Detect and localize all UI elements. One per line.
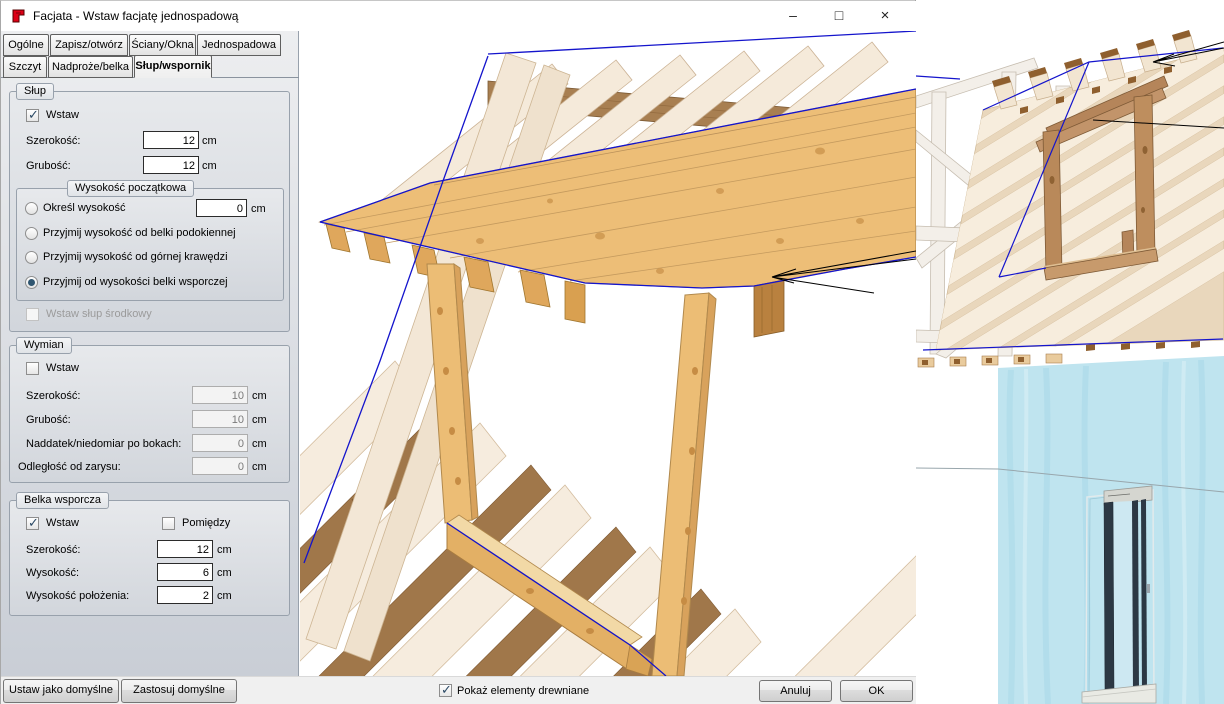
minimize-button[interactable]: – (771, 1, 815, 30)
radio-od-gornej-krawedzi[interactable] (25, 251, 38, 264)
wymian-odleglosc-field[interactable]: 0 (192, 457, 248, 475)
background-roof-scene (916, 0, 1224, 704)
maximize-button[interactable]: □ (817, 1, 861, 30)
wymian-szerokosc-unit: cm (252, 390, 267, 402)
belka-wysokosc-label: Wysokość: (26, 567, 79, 579)
belka-wysokosc-unit: cm (217, 567, 232, 579)
tab-sciany-okna[interactable]: Ściany/Okna (129, 34, 196, 56)
support-beam-end (754, 280, 784, 337)
radio-okresl-wysokosc-label: Określ wysokość (43, 202, 126, 214)
show-wood-checkbox[interactable] (439, 684, 452, 697)
cancel-button[interactable]: Anuluj (759, 680, 832, 702)
group-wymian-title: Wymian (16, 337, 72, 354)
group-slup: Słup Wstaw Szerokość: 12 cm Grubość: 12 … (9, 91, 290, 332)
apply-default-button[interactable]: Zastosuj domyślne (121, 679, 237, 703)
wymian-szerokosc-label: Szerokość: (26, 390, 80, 402)
wymian-grubosc-label: Grubość: (26, 414, 71, 426)
wymian-wstaw-label: Wstaw (46, 362, 79, 374)
set-default-button[interactable]: Ustaw jako domyślne (3, 679, 119, 703)
wymian-odleglosc-unit: cm (252, 461, 267, 473)
slup-grubosc-label: Grubość: (26, 160, 71, 172)
slup-szerokosc-label: Szerokość: (26, 135, 80, 147)
tab-nadproze-belka[interactable]: Nadproże/belka (48, 56, 133, 78)
okresl-wysokosc-unit: cm (251, 203, 266, 215)
wstaw-slup-srodkowy-checkbox[interactable] (26, 308, 39, 321)
wymian-naddatek-field[interactable]: 0 (192, 434, 248, 452)
okresl-wysokosc-field[interactable]: 0 (196, 199, 247, 217)
dialog-footer: Ustaw jako domyślne Zastosuj domyślne Po… (1, 676, 916, 704)
tab-zapisz-otworz[interactable]: Zapisz/otwórz (50, 34, 128, 56)
belka-wstaw-checkbox[interactable] (26, 517, 39, 530)
tab-szczyt[interactable]: Szczyt (3, 56, 47, 78)
app-icon (11, 8, 27, 24)
radio-od-gornej-krawedzi-label: Przyjmij wysokość od górnej krawędzi (43, 251, 228, 263)
slup-szerokosc-unit: cm (202, 135, 217, 147)
group-belka-wsporcza: Belka wsporcza Wstaw Pomiędzy Szerokość:… (9, 500, 290, 616)
belka-szerokosc-label: Szerokość: (26, 544, 80, 556)
group-belka-title: Belka wsporcza (16, 492, 109, 509)
slup-grubosc-unit: cm (202, 160, 217, 172)
belka-polozenie-label: Wysokość położenia: (26, 590, 129, 602)
wymian-odleglosc-label: Odległość od zarysu: (18, 461, 121, 473)
wymian-grubosc-field[interactable]: 10 (192, 410, 248, 428)
background-3d-view[interactable] (916, 0, 1224, 704)
group-wysokosc-poczatkowa: Wysokość początkowa Określ wysokość 0 cm… (16, 188, 284, 301)
group-slup-title: Słup (16, 83, 54, 100)
group-wysokosc-poczatkowa-title: Wysokość początkowa (67, 180, 194, 197)
slup-wstaw-checkbox[interactable] (26, 109, 39, 122)
belka-polozenie-field[interactable]: 2 (157, 586, 213, 604)
wymian-wstaw-checkbox[interactable] (26, 362, 39, 375)
group-wymian: Wymian Wstaw Szerokość: 10 cm Grubość: 1… (9, 345, 290, 483)
tab-slup-wspornik[interactable]: Słup/wspornik (134, 55, 212, 78)
wstaw-slup-srodkowy-label: Wstaw słup środkowy (46, 308, 152, 320)
wymian-grubosc-unit: cm (252, 414, 267, 426)
belka-pomiedzy-checkbox[interactable] (162, 517, 175, 530)
radio-od-belki-wsporczej[interactable] (25, 276, 38, 289)
belka-szerokosc-unit: cm (217, 544, 232, 556)
belka-pomiedzy-label: Pomiędzy (182, 517, 230, 529)
slup-grubosc-field[interactable]: 12 (143, 156, 199, 174)
dormer-dialog: Facjata - Wstaw facjatę jednospadową – □… (0, 0, 916, 704)
slup-szerokosc-field[interactable]: 12 (143, 131, 199, 149)
tab-jednospadowa[interactable]: Jednospadowa (197, 34, 281, 56)
radio-okresl-wysokosc[interactable] (25, 202, 38, 215)
belka-wstaw-label: Wstaw (46, 517, 79, 529)
window-title: Facjata - Wstaw facjatę jednospadową (33, 9, 238, 23)
slup-wstaw-label: Wstaw (46, 109, 79, 121)
ok-button[interactable]: OK (840, 680, 913, 702)
belka-wysokosc-field[interactable]: 6 (157, 563, 213, 581)
radio-od-belki-podokiennej[interactable] (25, 227, 38, 240)
wymian-szerokosc-field[interactable]: 10 (192, 386, 248, 404)
close-button[interactable]: × (863, 1, 907, 30)
dormer-preview-viewport[interactable] (300, 31, 916, 676)
wymian-naddatek-unit: cm (252, 438, 267, 450)
radio-od-belki-wsporczej-label: Przyjmij od wysokości belki wsporczej (43, 276, 228, 288)
application-window: Facjata - Wstaw facjatę jednospadową – □… (0, 0, 1224, 704)
dormer-preview-scene (300, 31, 916, 676)
show-wood-label: Pokaż elementy drewniane (457, 685, 589, 697)
tab-ogolne[interactable]: Ogólne (3, 34, 49, 56)
wymian-naddatek-label: Naddatek/niedomiar po bokach: (26, 438, 181, 450)
radio-od-belki-podokiennej-label: Przyjmij wysokość od belki podokiennej (43, 227, 236, 239)
title-bar: Facjata - Wstaw facjatę jednospadową – □… (1, 1, 916, 31)
settings-panel: Ogólne Zapisz/otwórz Ściany/Okna Jednosp… (1, 31, 299, 676)
belka-polozenie-unit: cm (217, 590, 232, 602)
belka-szerokosc-field[interactable]: 12 (157, 540, 213, 558)
